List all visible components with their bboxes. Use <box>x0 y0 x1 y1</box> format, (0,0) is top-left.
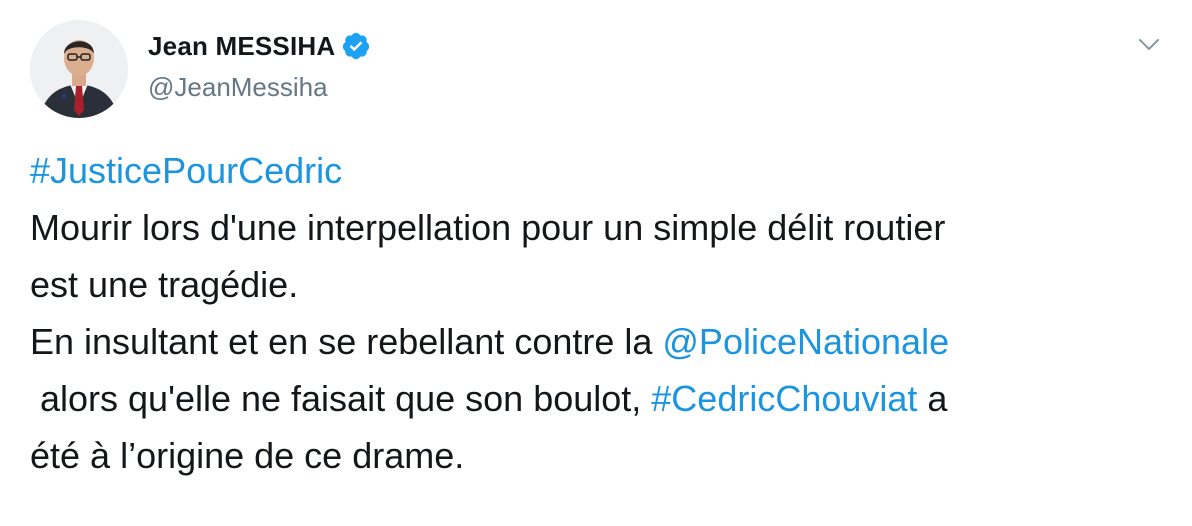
tweet-text: #JusticePourCedric Mourir lors d'une int… <box>30 142 1170 484</box>
avatar[interactable] <box>30 20 128 118</box>
tweet-line-1: #JusticePourCedric <box>30 142 1170 199</box>
hashtag-link-cedricchouviat[interactable]: #CedricChouviat <box>651 378 917 419</box>
author-name-row[interactable]: Jean MESSIHA <box>148 28 371 64</box>
tweet-text-segment: a <box>917 378 948 419</box>
tweet-card: Jean MESSIHA @JeanMessiha #JusticePourCe… <box>0 0 1192 526</box>
tweet-line-3: est une tragédie. <box>30 264 299 305</box>
hashtag-link-justicepourcedric[interactable]: #JusticePourCedric <box>30 150 342 191</box>
tweet-line-4: En insultant et en se rebellant contre l… <box>30 313 1170 370</box>
verified-badge-icon <box>341 31 371 61</box>
tweet-text-segment: En insultant et en se rebellant contre l… <box>30 321 663 362</box>
chevron-down-icon[interactable] <box>1136 34 1162 54</box>
tweet-line-2: Mourir lors d'une interpellation pour un… <box>30 207 946 248</box>
tweet-line-6: été à l’origine de ce drame. <box>30 435 465 476</box>
mention-link-policenationale[interactable]: @PoliceNationale <box>662 321 949 362</box>
author-display-name[interactable]: Jean MESSIHA <box>148 31 335 62</box>
author-handle[interactable]: @JeanMessiha <box>148 72 328 103</box>
tweet-line-5: alors qu'elle ne faisait que son boulot,… <box>30 370 1170 427</box>
tweet-text-segment: alors qu'elle ne faisait que son boulot, <box>30 378 652 419</box>
